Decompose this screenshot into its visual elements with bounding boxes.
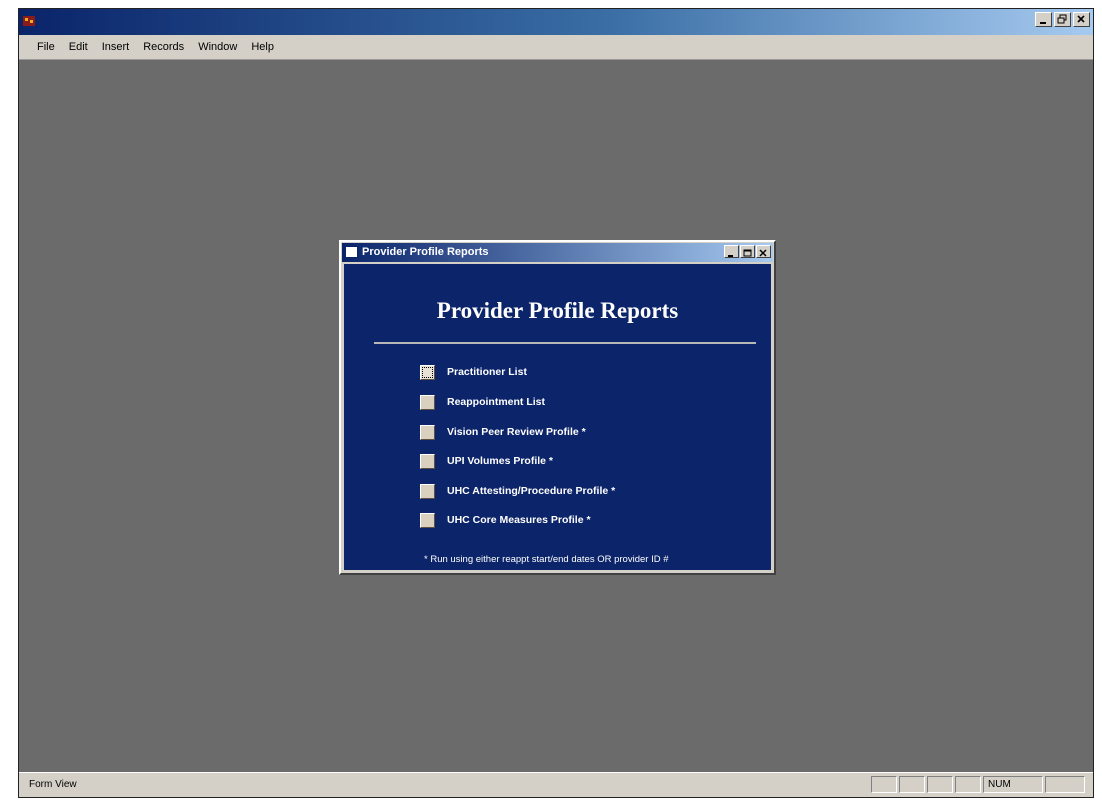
close-button[interactable] (1073, 12, 1090, 27)
dialog-window-controls (724, 245, 771, 258)
form-icon (345, 246, 358, 258)
dialog-close-button[interactable] (756, 245, 771, 258)
report-label: Practitioner List (447, 366, 527, 378)
menu-bar: File Edit Insert Records Window Help (19, 35, 1093, 60)
dialog-titlebar[interactable]: Provider Profile Reports (342, 243, 773, 262)
status-panel-empty (1045, 776, 1085, 793)
report-option-reappointment-list[interactable]: Reappointment List (420, 394, 545, 410)
footnote: * Run using either reappt start/end date… (424, 554, 669, 565)
status-panel-empty (871, 776, 897, 793)
report-option-uhc-attesting-procedure[interactable]: UHC Attesting/Procedure Profile * (420, 483, 615, 499)
report-label: UPI Volumes Profile * (447, 455, 553, 467)
report-label: Vision Peer Review Profile * (447, 426, 586, 438)
close-icon (759, 249, 767, 257)
status-bar: Form View NUM (19, 772, 1093, 797)
menu-edit[interactable]: Edit (69, 41, 88, 53)
minimize-icon (1040, 22, 1046, 24)
panel-heading: Provider Profile Reports (436, 298, 679, 323)
report-button[interactable] (420, 453, 435, 469)
status-num: NUM (983, 776, 1043, 793)
status-panel-empty (927, 776, 953, 793)
report-label: UHC Core Measures Profile * (447, 514, 591, 526)
app-window-controls (1035, 12, 1090, 27)
status-panel-empty (899, 776, 925, 793)
report-button[interactable] (420, 424, 435, 440)
dialog-maximize-button[interactable] (740, 245, 755, 258)
app-titlebar[interactable] (19, 9, 1093, 35)
restore-button[interactable] (1054, 12, 1071, 27)
menu-window[interactable]: Window (198, 41, 237, 53)
status-mode: Form View (29, 779, 77, 790)
provider-profile-reports-dialog: Provider Profile Reports Provider Profil… (339, 240, 776, 575)
report-button[interactable] (420, 512, 435, 528)
access-window: File Edit Insert Records Window Help Pro… (18, 8, 1094, 798)
report-button[interactable] (420, 483, 435, 499)
access-app-icon (23, 16, 35, 26)
status-panel-empty (955, 776, 981, 793)
switchboard-panel: Provider Profile Reports Practitioner Li… (344, 264, 771, 570)
status-panels: NUM (871, 776, 1085, 793)
minimize-icon (728, 255, 733, 257)
minimize-button[interactable] (1035, 12, 1052, 27)
report-option-uhc-core-measures[interactable]: UHC Core Measures Profile * (420, 512, 591, 528)
report-label: Reappointment List (447, 396, 546, 408)
report-option-upi-volumes[interactable]: UPI Volumes Profile * (420, 453, 553, 469)
report-option-vision-peer-review[interactable]: Vision Peer Review Profile * (420, 424, 586, 440)
menu-records[interactable]: Records (143, 41, 184, 53)
dialog-title: Provider Profile Reports (362, 246, 489, 258)
restore-icon (1057, 14, 1067, 24)
maximize-icon (743, 249, 752, 257)
report-button[interactable] (420, 394, 435, 410)
divider (374, 342, 756, 344)
workspace: Provider Profile Reports Provider Profil… (19, 60, 1093, 773)
report-label: UHC Attesting/Procedure Profile * (447, 485, 616, 497)
menu-help[interactable]: Help (251, 41, 274, 53)
menu-file[interactable]: File (37, 41, 55, 53)
report-button[interactable] (420, 364, 435, 380)
dialog-minimize-button[interactable] (724, 245, 739, 258)
report-option-practitioner-list[interactable]: Practitioner List (420, 364, 527, 380)
menu-insert[interactable]: Insert (102, 41, 130, 53)
close-icon (1077, 15, 1085, 23)
